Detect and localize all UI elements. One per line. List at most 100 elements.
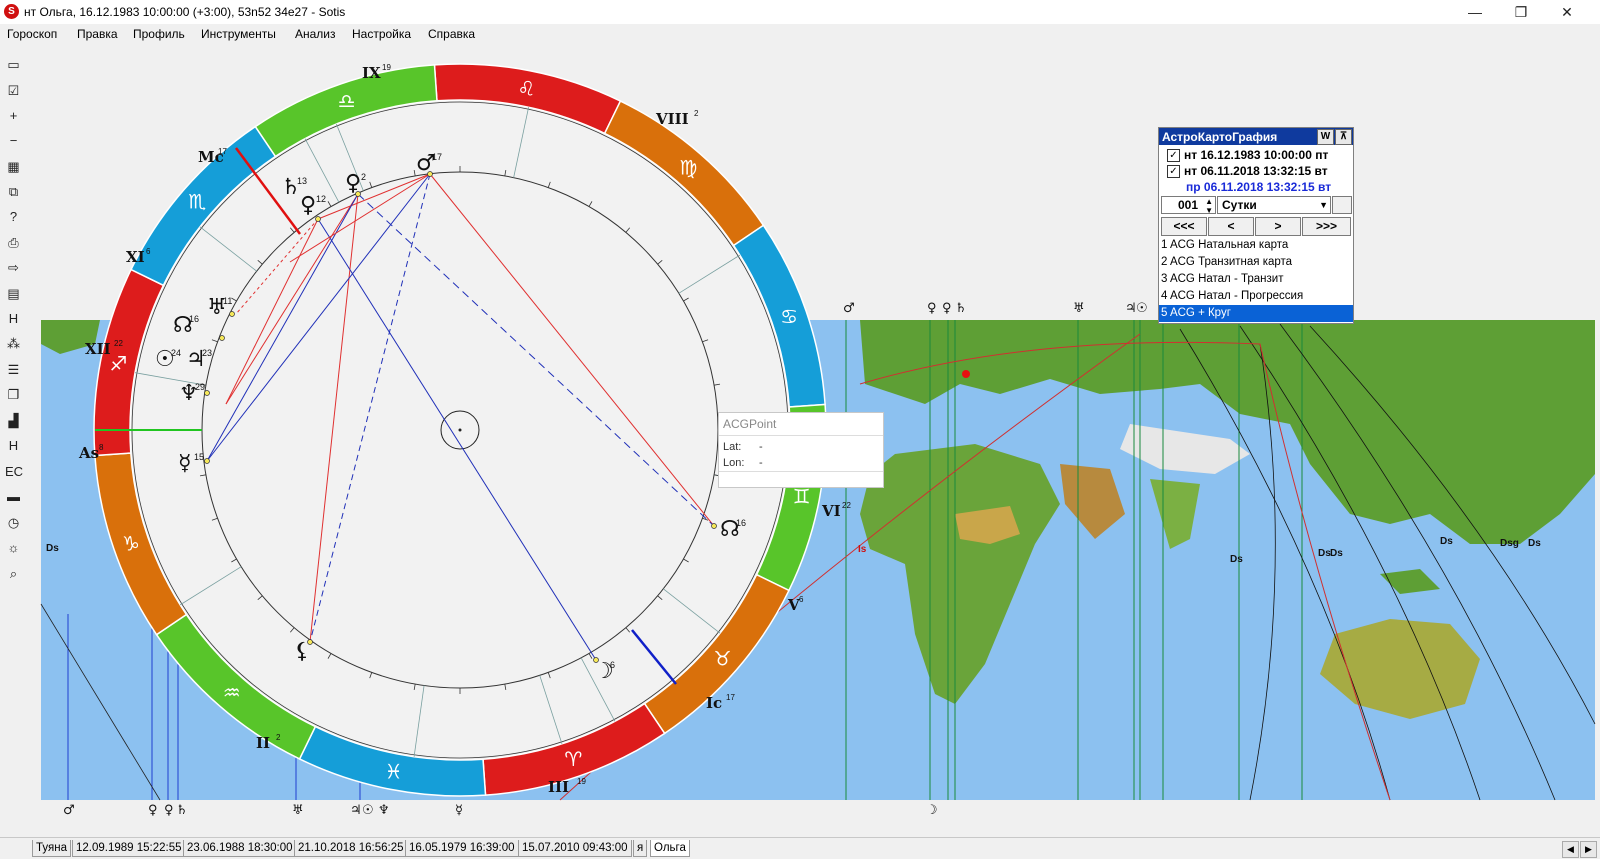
acg-mode-natal-transit[interactable]: 3 ACG Натал - Транзит — [1159, 271, 1353, 288]
map-bottom-glyph: ♅ — [292, 803, 304, 818]
acg-point-tooltip: ACGPoint Lat: - Lon: - — [718, 412, 884, 488]
acg-date-natal: нт 16.12.1983 10:00:00 пт — [1184, 148, 1329, 162]
house-degree: 2 — [694, 109, 699, 118]
house-label: IX — [362, 64, 381, 82]
nav-forward-fast[interactable]: >>> — [1302, 217, 1351, 236]
close-button[interactable]: ✕ — [1544, 0, 1590, 24]
map-top-glyph: ♀ — [927, 301, 937, 316]
sotis-app-icon[interactable]: S — [4, 4, 19, 19]
menu-analysis[interactable]: Анализ — [295, 27, 336, 41]
map-bottom-glyph: ♂ — [63, 803, 75, 818]
chart-tab[interactable]: я — [633, 840, 648, 857]
menu-horoscope[interactable]: Гороскоп — [7, 27, 57, 41]
map-top-glyph: ☉ — [1136, 301, 1148, 316]
zodiac-sign-glyph: ♒ — [223, 681, 241, 705]
acg-w-button[interactable]: W — [1317, 129, 1334, 145]
zodiac-sign-glyph: ♑ — [122, 531, 140, 555]
map-bottom-glyph: ♄ — [176, 803, 188, 818]
map-bottom-glyph: ☽ — [926, 803, 938, 818]
planet-glyph: ♀ — [300, 193, 316, 218]
planet-degree: 13 — [297, 176, 307, 186]
planet-point — [315, 216, 321, 222]
chart-tab[interactable]: 21.10.2018 16:56:25 — [294, 840, 408, 857]
map-top-glyph: ♂ — [843, 301, 855, 316]
house-degree: 6 — [146, 247, 151, 256]
chevron-down-icon[interactable]: ▼ — [1319, 197, 1328, 213]
map-top-glyph: ♅ — [1073, 301, 1085, 316]
lat-value: - — [759, 441, 763, 453]
chart-tab[interactable]: 23.06.1988 18:30:00 — [183, 840, 297, 857]
chart-tab[interactable]: 15.07.2010 09:43:00 — [518, 840, 632, 857]
acg-mode-list: 1 ACG Натальная карта 2 ACG Транзитная к… — [1159, 237, 1353, 322]
window-title: нт Ольга, 16.12.1983 10:00:00 (+3:00), 5… — [24, 5, 346, 19]
map-bottom-glyph: ♃ — [350, 803, 362, 818]
planet-point — [711, 523, 717, 529]
tooltip-title: ACGPoint — [723, 417, 777, 431]
planet-degree: 29 — [195, 382, 205, 392]
nav-forward[interactable]: > — [1255, 217, 1301, 236]
map-bottom-glyph: ♀ — [164, 803, 174, 818]
acg-panel-header: АстроКартоГрафия W ⊼ — [1159, 128, 1353, 145]
menu-tools[interactable]: Инструменты — [201, 27, 276, 41]
house-degree: 22 — [114, 339, 123, 348]
map-bottom-glyph: ☿ — [455, 803, 463, 818]
planet-degree: 23 — [202, 348, 212, 358]
menu-profile[interactable]: Профиль — [133, 27, 185, 41]
house-label: XII — [85, 340, 111, 358]
house-degree: 19 — [577, 777, 586, 786]
acg-mode-transit[interactable]: 2 ACG Транзитная карта — [1159, 254, 1353, 271]
house-degree: 17 — [218, 147, 227, 156]
center-dot — [458, 428, 462, 432]
house-label: Ic — [706, 694, 722, 712]
house-degree: 22 — [842, 501, 851, 510]
apply-button[interactable] — [1332, 196, 1352, 214]
acg-mode-natal-progression[interactable]: 4 ACG Натал - Прогрессия — [1159, 288, 1353, 305]
nav-back[interactable]: < — [1208, 217, 1254, 236]
acg-mode-natal[interactable]: 1 ACG Натальная карта — [1159, 237, 1353, 254]
map-top-glyph: ♃ — [1125, 301, 1137, 316]
birthplace-marker — [962, 370, 970, 378]
planet-degree: 12 — [316, 194, 326, 204]
chart-tab[interactable]: Ольга — [650, 840, 690, 857]
chart-tabs-bar: ◀ ▶ Туяна 12.09.1989 15:22:55 23.06.1988 1… — [0, 837, 1600, 859]
map-top-glyph: ♀ — [942, 301, 952, 316]
chart-tab[interactable]: 12.09.1989 15:22:55 — [72, 840, 186, 857]
house-degree: 2 — [276, 733, 281, 742]
acg-pin-button[interactable]: ⊼ — [1335, 129, 1352, 145]
tabs-scroll-left-icon[interactable]: ◀ — [1562, 841, 1579, 858]
map-ds-label: Ds — [1528, 538, 1541, 549]
chart-tab[interactable]: Туяна — [32, 840, 71, 857]
acg-panel: АстроКартоГрафия W ⊼ ✓ нт 16.12.1983 10:… — [1158, 127, 1354, 324]
zodiac-sign-glyph: ♓ — [385, 760, 403, 784]
house-degree: 6 — [799, 595, 804, 604]
date2-checkbox[interactable]: ✓ — [1167, 165, 1180, 178]
step-value: 001 — [1178, 198, 1199, 212]
step-spinner[interactable]: 001 ▲ ▼ — [1161, 196, 1216, 215]
maximize-button[interactable]: ❐ — [1498, 0, 1544, 24]
planet-point — [219, 335, 225, 341]
map-top-glyph: ♄ — [955, 301, 967, 316]
tooltip-divider — [719, 435, 883, 436]
unit-select[interactable]: Сутки ▼ — [1217, 196, 1331, 214]
map-ds-label: Is — [858, 544, 867, 555]
acg-mode-circle[interactable]: 5 ACG + Круг — [1159, 305, 1353, 322]
house-degree: 17 — [726, 693, 735, 702]
planet-degree: 11 — [223, 296, 232, 306]
planet-degree: 15 — [194, 452, 204, 462]
zodiac-sign-glyph: ♌ — [517, 76, 535, 100]
house-label: As — [78, 444, 99, 462]
chart-tab[interactable]: 16.05.1979 16:39:00 — [405, 840, 519, 857]
acg-panel-title: АстроКартоГрафия — [1162, 130, 1278, 144]
minimize-button[interactable]: — — [1452, 0, 1498, 24]
zodiac-sign-glyph: ♊ — [793, 484, 811, 508]
house-label: III — [548, 778, 569, 796]
tabs-scroll-right-icon[interactable]: ▶ — [1580, 841, 1597, 858]
map-ds-label: Ds — [1230, 554, 1243, 565]
menu-settings[interactable]: Настройка — [352, 27, 411, 41]
menu-edit[interactable]: Правка — [77, 27, 118, 41]
menu-help[interactable]: Справка — [428, 27, 475, 41]
nav-back-fast[interactable]: <<< — [1161, 217, 1207, 236]
date1-checkbox[interactable]: ✓ — [1167, 149, 1180, 162]
map-ds-label: Ds — [1330, 548, 1343, 559]
zodiac-sign-glyph: ♐ — [109, 352, 127, 376]
